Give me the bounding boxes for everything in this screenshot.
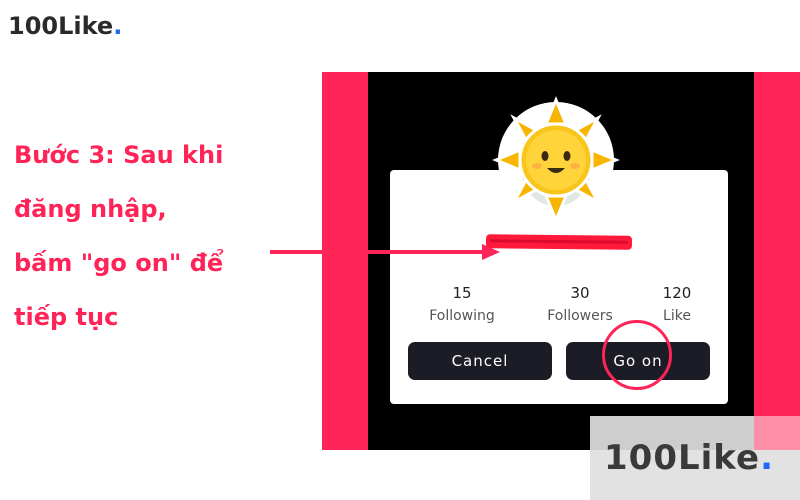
stat-likes-label: Like xyxy=(663,308,691,324)
instruction-line-3: bấm "go on" để xyxy=(14,249,224,277)
instruction-line-1: Bước 3: Sau khi xyxy=(14,141,224,169)
brand-text: 100Like xyxy=(8,12,114,40)
brand-dot: . xyxy=(113,12,123,40)
cancel-button[interactable]: Cancel xyxy=(408,342,552,380)
watermark: 100Like. xyxy=(590,416,800,500)
instruction-text: Bước 3: Sau khi đăng nhập, bấm "go on" đ… xyxy=(14,128,274,344)
left-accent-bar xyxy=(322,72,368,450)
stat-likes[interactable]: 120 Like xyxy=(654,284,700,324)
pointer-arrow xyxy=(270,244,500,260)
stat-following-value: 15 xyxy=(452,284,472,302)
stat-followers-value: 30 xyxy=(570,284,590,302)
instruction-line-2: đăng nhập, xyxy=(14,195,167,223)
stat-likes-value: 120 xyxy=(662,284,692,302)
redacted-username xyxy=(485,234,633,250)
watermark-text: 100Like. xyxy=(604,438,774,478)
stat-following-label: Following xyxy=(429,308,495,324)
right-accent-bar xyxy=(754,72,800,450)
stat-following[interactable]: 15 Following xyxy=(428,284,496,324)
sun-emoji-icon xyxy=(492,96,620,224)
brand-logo: 100Like. xyxy=(8,12,122,40)
instruction-line-4: tiếp tục xyxy=(14,303,119,331)
highlight-circle xyxy=(602,320,672,390)
watermark-dot: . xyxy=(760,438,774,478)
watermark-brand: 100Like xyxy=(604,438,761,478)
stat-followers[interactable]: 30 Followers xyxy=(544,284,616,324)
stat-followers-label: Followers xyxy=(547,308,613,324)
